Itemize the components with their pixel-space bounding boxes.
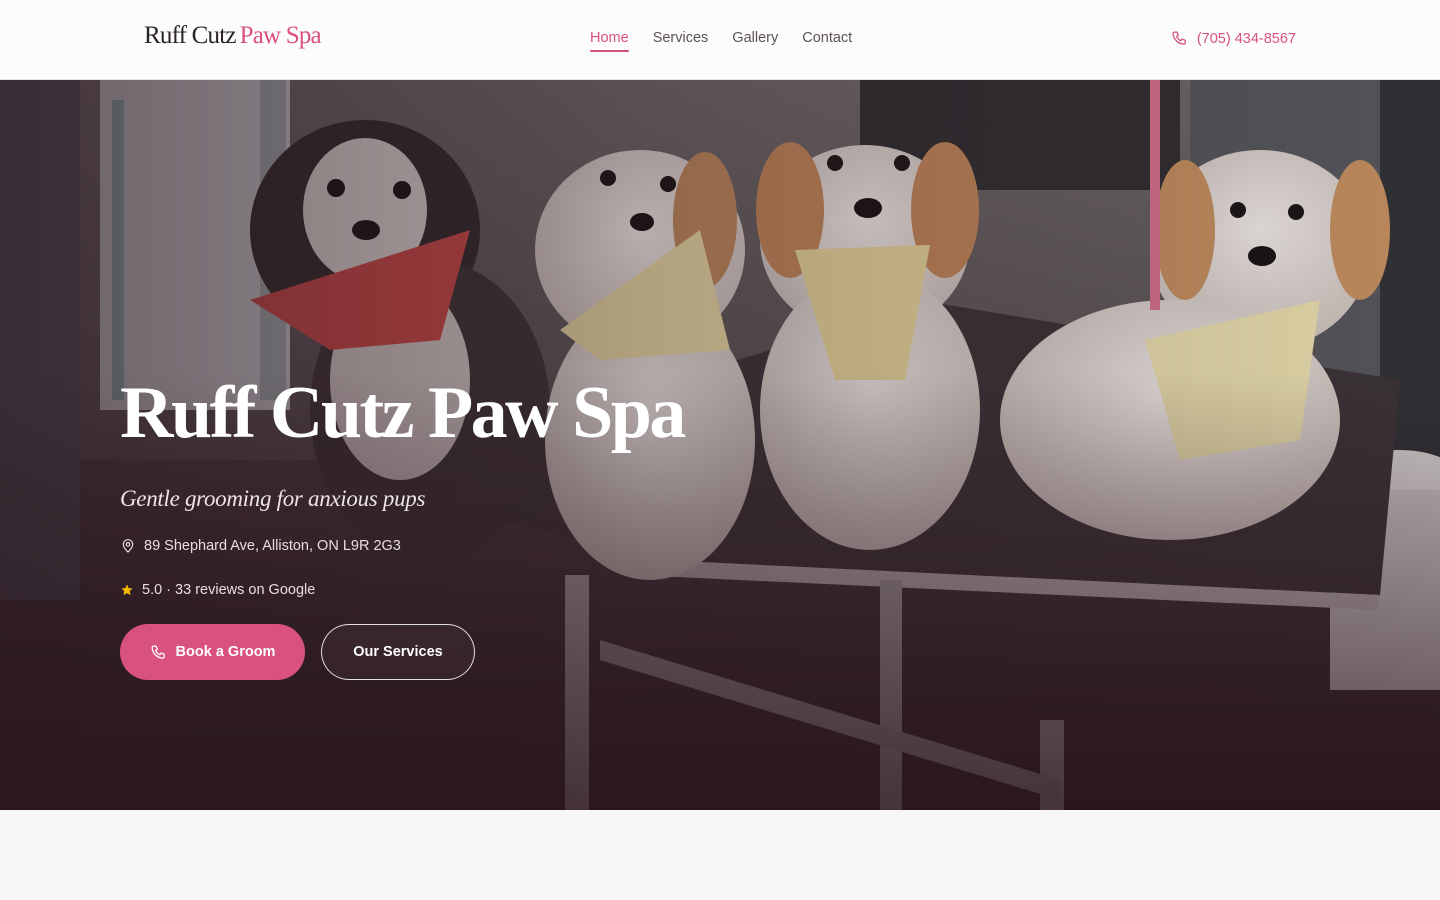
logo-text-main: Ruff Cutz [144,22,236,49]
hero-title: Ruff Cutz Paw Spa [120,372,686,454]
phone-icon [151,644,165,659]
nav-home[interactable]: Home [590,30,629,52]
hero-address: 89 Shephard Ave, Alliston, ON L9R 2G3 [120,538,740,554]
site-header: Ruff Cutz Paw Spa Home Services Gallery C… [0,0,1440,80]
logo-text-accent: Paw Spa [239,22,322,49]
header-phone-link[interactable]: (705) 434-8567 [1171,30,1296,47]
book-groom-label: Book a Groom [175,644,276,660]
map-pin-icon [122,539,134,553]
our-services-label: Our Services [353,644,443,660]
hero-tagline: Gentle grooming for anxious pups [120,486,426,511]
next-section-background [0,810,1440,900]
nav-gallery[interactable]: Gallery [732,30,778,52]
site-logo[interactable]: Ruff Cutz Paw Spa [144,22,322,50]
hero-section: Ruff Cutz Paw Spa Gentle grooming for an… [0,80,1440,810]
hero-content: Ruff Cutz Paw Spa Gentle grooming for an… [120,376,740,680]
header-phone-number: (705) 434-8567 [1196,30,1296,47]
nav-contact[interactable]: Contact [802,30,852,52]
star-icon [121,584,133,596]
hero-address-text: 89 Shephard Ave, Alliston, ON L9R 2G3 [144,538,401,554]
our-services-button[interactable]: Our Services [321,624,475,680]
nav-services[interactable]: Services [653,30,709,52]
hero-rating: 5.0 · 33 reviews on Google [120,582,740,598]
hero-rating-text: 5.0 · 33 reviews on Google [142,582,316,598]
hero-cta-group: Book a Groom Our Services [120,624,740,680]
book-groom-button[interactable]: Book a Groom [120,624,305,680]
main-nav: Home Services Gallery Contact [590,30,852,52]
phone-icon [1172,31,1186,45]
